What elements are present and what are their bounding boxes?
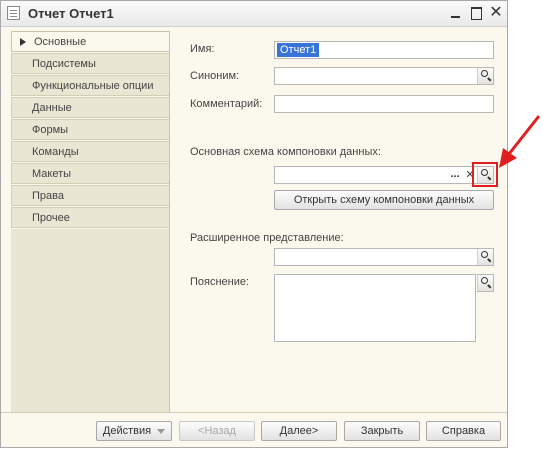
search-icon: [481, 251, 488, 258]
name-value: Отчет1: [277, 43, 320, 57]
sidebar-item-label: Основные: [34, 36, 87, 48]
arrow-right-icon: [20, 38, 26, 46]
name-label: Имя:: [190, 43, 215, 55]
schema-field[interactable]: ... ✕: [274, 166, 494, 184]
chevron-down-icon: [157, 428, 166, 434]
sidebar-item-label: Прочее: [32, 212, 70, 224]
explanation-field[interactable]: [274, 274, 476, 342]
annotation-arrow-icon: [499, 115, 541, 168]
explanation-label: Пояснение:: [190, 276, 250, 288]
open-schema-button[interactable]: Открыть схему компоновки данных: [274, 190, 494, 210]
sidebar-item-label: Данные: [32, 102, 72, 114]
synonym-search-button[interactable]: [477, 68, 493, 84]
sidebar: Основные Подсистемы Функциональные опции…: [11, 31, 169, 229]
explanation-search-button[interactable]: [477, 275, 493, 291]
minimize-icon[interactable]: [446, 4, 464, 22]
sidebar-item-commands[interactable]: Команды: [11, 141, 169, 162]
sidebar-item-data[interactable]: Данные: [11, 97, 169, 118]
sidebar-item-other[interactable]: Прочее: [11, 207, 169, 228]
extended-search-button[interactable]: [477, 249, 493, 265]
help-button[interactable]: Справка: [426, 421, 501, 441]
close-button[interactable]: Закрыть: [344, 421, 420, 441]
next-button[interactable]: Далее>: [261, 421, 337, 441]
sidebar-item-forms[interactable]: Формы: [11, 119, 169, 140]
sidebar-item-templates[interactable]: Макеты: [11, 163, 169, 184]
search-icon: [481, 277, 488, 284]
sidebar-item-functional-options[interactable]: Функциональные опции: [11, 75, 169, 96]
maximize-icon[interactable]: [467, 4, 485, 22]
actions-button[interactable]: Действия: [96, 421, 172, 441]
sidebar-item-main[interactable]: Основные: [11, 31, 169, 52]
name-field[interactable]: Отчет1: [274, 41, 494, 59]
synonym-field[interactable]: [274, 67, 494, 85]
sidebar-item-subsystems[interactable]: Подсистемы: [11, 53, 169, 74]
sidebar-background: [11, 229, 169, 412]
sidebar-item-label: Макеты: [32, 168, 72, 180]
window-title: Отчет Отчет1: [28, 6, 114, 21]
sidebar-item-rights[interactable]: Права: [11, 185, 169, 206]
extended-field[interactable]: [274, 248, 494, 266]
synonym-label: Синоним:: [190, 70, 240, 82]
sidebar-item-label: Формы: [32, 124, 69, 136]
sidebar-item-label: Права: [32, 190, 64, 202]
sidebar-item-label: Функциональные опции: [32, 80, 154, 92]
comment-label: Комментарий:: [190, 98, 263, 110]
title-bar: Отчет Отчет1 ✕: [1, 1, 507, 27]
sidebar-divider: [169, 31, 170, 412]
comment-field[interactable]: [274, 95, 494, 113]
schema-label: Основная схема компоновки данных:: [190, 146, 381, 158]
footer-divider: [1, 412, 507, 413]
close-icon[interactable]: ✕: [487, 4, 505, 22]
explanation-search-wrap: [477, 274, 494, 292]
search-icon: [481, 70, 488, 77]
back-button[interactable]: <Назад: [179, 421, 255, 441]
sidebar-item-label: Команды: [32, 146, 79, 158]
report-window: Отчет Отчет1 ✕ Основные Подсистемы Функц…: [0, 0, 508, 448]
sidebar-item-label: Подсистемы: [32, 58, 96, 70]
extended-label: Расширенное представление:: [190, 232, 344, 244]
actions-label: Действия: [102, 425, 152, 437]
document-icon: [7, 6, 20, 20]
schema-select-button[interactable]: ...: [448, 167, 462, 183]
